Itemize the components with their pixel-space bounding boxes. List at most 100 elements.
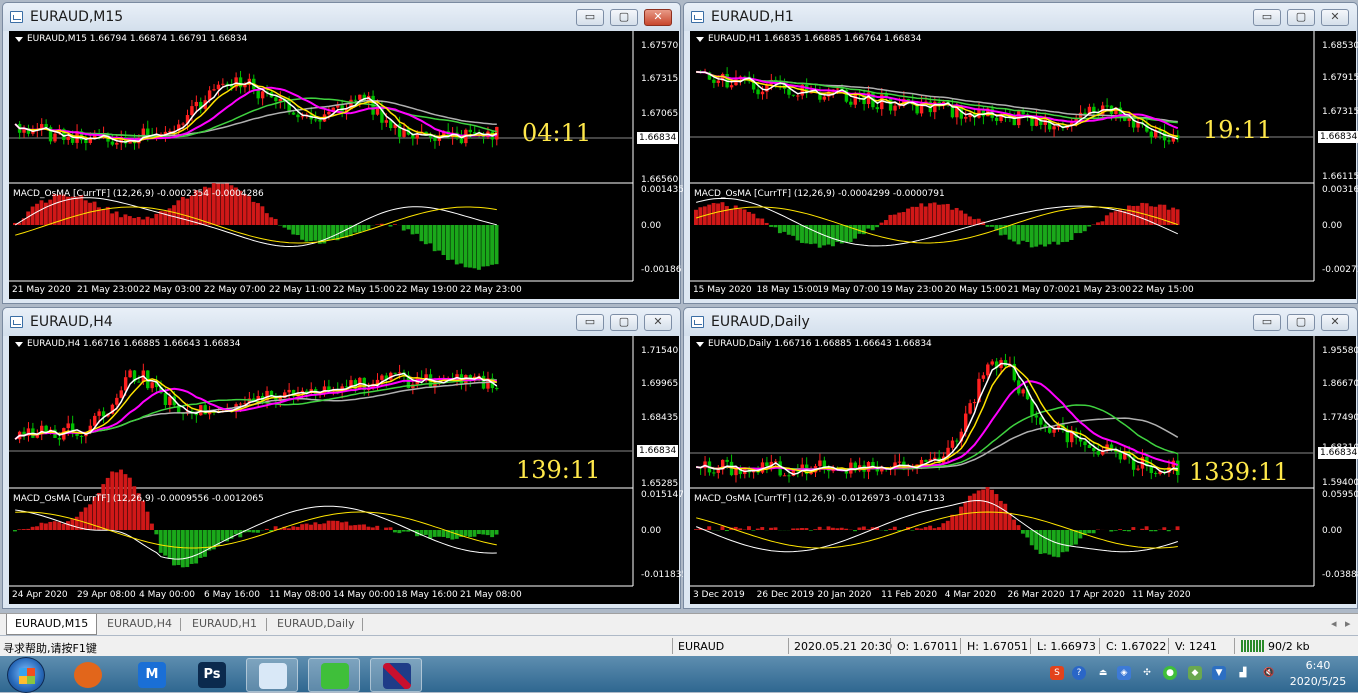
- chart-window-daily[interactable]: EURAUD,Daily▭▢✕EURAUD,Daily 1.66716 1.66…: [683, 307, 1358, 609]
- macd-histogram-bar: [128, 216, 132, 225]
- time-axis-label: 18 May 15:00: [757, 285, 819, 295]
- candle: [164, 393, 167, 405]
- candle: [955, 441, 958, 442]
- cube-icon[interactable]: ◈: [1117, 666, 1131, 680]
- taskbar-firefox-button[interactable]: [62, 658, 114, 692]
- window-titlebar[interactable]: EURAUD,M15▭▢✕: [3, 3, 680, 31]
- taskbar-paint-button[interactable]: [246, 658, 298, 692]
- chart-window-h4[interactable]: EURAUD,H4▭▢✕EURAUD,H4 1.66716 1.66885 1.…: [2, 307, 681, 609]
- chart-menu-triangle-icon[interactable]: [696, 342, 704, 347]
- macd-histogram-bar: [62, 524, 66, 530]
- macd-histogram-bar: [172, 205, 176, 225]
- macd-histogram-bar: [75, 517, 79, 530]
- macd-histogram-bar: [778, 225, 782, 233]
- macd-histogram-bar: [769, 528, 773, 530]
- time-axis-label: 22 May 07:00: [204, 285, 266, 295]
- maximize-button[interactable]: ▢: [1287, 9, 1315, 26]
- tab-scroll-right-icon[interactable]: ▸: [1345, 617, 1351, 630]
- taskbar-tencent-meeting-button[interactable]: M: [126, 658, 178, 692]
- chart-canvas[interactable]: EURAUD,M15 1.66794 1.66874 1.66791 1.668…: [9, 31, 679, 299]
- close-button[interactable]: ✕: [1321, 314, 1349, 331]
- taskbar-mt4-button[interactable]: [370, 658, 422, 692]
- macd-histogram-bar: [1021, 225, 1025, 241]
- candle: [968, 403, 971, 413]
- candle: [1021, 389, 1024, 393]
- security-icon[interactable]: ◆: [1188, 666, 1202, 680]
- signal-strength-icon[interactable]: ▟: [1236, 666, 1250, 680]
- macd-histogram-bar: [738, 528, 742, 530]
- tab-euraud-h1[interactable]: EURAUD,H1: [184, 614, 265, 635]
- chart-menu-triangle-icon[interactable]: [696, 37, 704, 42]
- status-separator: [890, 638, 891, 654]
- close-button[interactable]: ✕: [644, 9, 672, 26]
- start-button[interactable]: [7, 657, 45, 693]
- taskbar-photoshop-button[interactable]: Ps: [186, 658, 238, 692]
- usb-icon[interactable]: ⏏: [1096, 666, 1110, 680]
- window-titlebar[interactable]: EURAUD,Daily▭▢✕: [684, 308, 1357, 336]
- chart-window-h1[interactable]: EURAUD,H1▭▢✕EURAUD,H1 1.66835 1.66885 1.…: [683, 2, 1358, 304]
- close-button[interactable]: ✕: [644, 314, 672, 331]
- maximize-button[interactable]: ▢: [610, 9, 638, 26]
- macd-histogram-bar: [88, 203, 92, 225]
- minimize-button[interactable]: ▭: [1253, 9, 1281, 26]
- macd-histogram-bar: [1043, 225, 1047, 246]
- chart-canvas[interactable]: EURAUD,H4 1.66716 1.66885 1.66643 1.6683…: [9, 336, 679, 604]
- network-share-icon[interactable]: ✣: [1140, 666, 1154, 680]
- help-icon[interactable]: ?: [1072, 666, 1086, 680]
- wechat-tray-icon[interactable]: ●: [1163, 666, 1177, 680]
- price-tick-label: 1.65285: [641, 479, 678, 489]
- time-axis-label: 21 May 2020: [12, 285, 71, 295]
- macd-histogram-bar: [256, 203, 260, 225]
- tab-euraud-h4[interactable]: EURAUD,H4: [99, 614, 180, 635]
- tab-scroll-left-icon[interactable]: ◂: [1331, 617, 1337, 630]
- chart-canvas[interactable]: EURAUD,H1 1.66835 1.66885 1.66764 1.6683…: [690, 31, 1356, 299]
- minimize-button[interactable]: ▭: [576, 314, 604, 331]
- window-titlebar[interactable]: EURAUD,H4▭▢✕: [3, 308, 680, 336]
- macd-histogram-bar: [1017, 225, 1021, 244]
- macd-histogram-bar: [782, 225, 786, 232]
- macd-histogram-bar: [358, 225, 362, 233]
- macd-histogram-bar: [712, 203, 716, 225]
- macd-histogram-bar: [893, 215, 897, 225]
- shield-icon[interactable]: ▼: [1212, 666, 1226, 680]
- macd-histogram-bar: [1070, 530, 1074, 546]
- macd-histogram-bar: [486, 530, 490, 535]
- sogou-ime-icon[interactable]: S: [1050, 666, 1064, 680]
- maximize-button[interactable]: ▢: [610, 314, 638, 331]
- chart-canvas[interactable]: EURAUD,Daily 1.66716 1.66885 1.66643 1.6…: [690, 336, 1356, 604]
- macd-histogram-bar: [468, 530, 472, 537]
- tab-euraud-m15[interactable]: EURAUD,M15: [6, 614, 97, 635]
- candle: [385, 120, 388, 123]
- macd-histogram-bar: [964, 214, 968, 225]
- chart-menu-triangle-icon[interactable]: [15, 342, 23, 347]
- macd-histogram-bar: [176, 200, 180, 225]
- macd-histogram-bar: [366, 527, 370, 530]
- macd-histogram-bar: [154, 214, 158, 225]
- symbol-ohlc-label: EURAUD,H4 1.66716 1.66885 1.66643 1.6683…: [27, 339, 241, 349]
- macd-histogram-bar: [791, 225, 795, 236]
- candle: [1052, 429, 1055, 432]
- macd-histogram-bar: [1056, 225, 1060, 245]
- macd-histogram-bar: [959, 507, 963, 530]
- candle: [717, 81, 720, 83]
- macd-histogram-bar: [924, 527, 928, 530]
- candle: [292, 113, 295, 115]
- tab-euraud-daily[interactable]: EURAUD,Daily: [269, 614, 363, 635]
- macd-tick-label: 0.0595038: [1322, 490, 1358, 500]
- volume-muted-icon[interactable]: 🔇: [1262, 666, 1276, 680]
- macd-histogram-bar: [999, 501, 1003, 530]
- chart-menu-triangle-icon[interactable]: [15, 37, 23, 42]
- taskbar-wechat-button[interactable]: [308, 658, 360, 692]
- candle: [354, 100, 357, 101]
- maximize-button[interactable]: ▢: [1287, 314, 1315, 331]
- taskbar-clock[interactable]: 6:40 2020/5/25: [1287, 658, 1349, 690]
- minimize-button[interactable]: ▭: [1253, 314, 1281, 331]
- macd-histogram-bar: [747, 526, 751, 530]
- chart-window-m15[interactable]: EURAUD,M15▭▢✕EURAUD,M15 1.66794 1.66874 …: [2, 2, 681, 304]
- close-button[interactable]: ✕: [1321, 9, 1349, 26]
- macd-histogram-bar: [411, 225, 415, 234]
- minimize-button[interactable]: ▭: [576, 9, 604, 26]
- candle: [1176, 461, 1179, 475]
- window-titlebar[interactable]: EURAUD,H1▭▢✕: [684, 3, 1357, 31]
- macd-histogram-bar: [818, 225, 822, 248]
